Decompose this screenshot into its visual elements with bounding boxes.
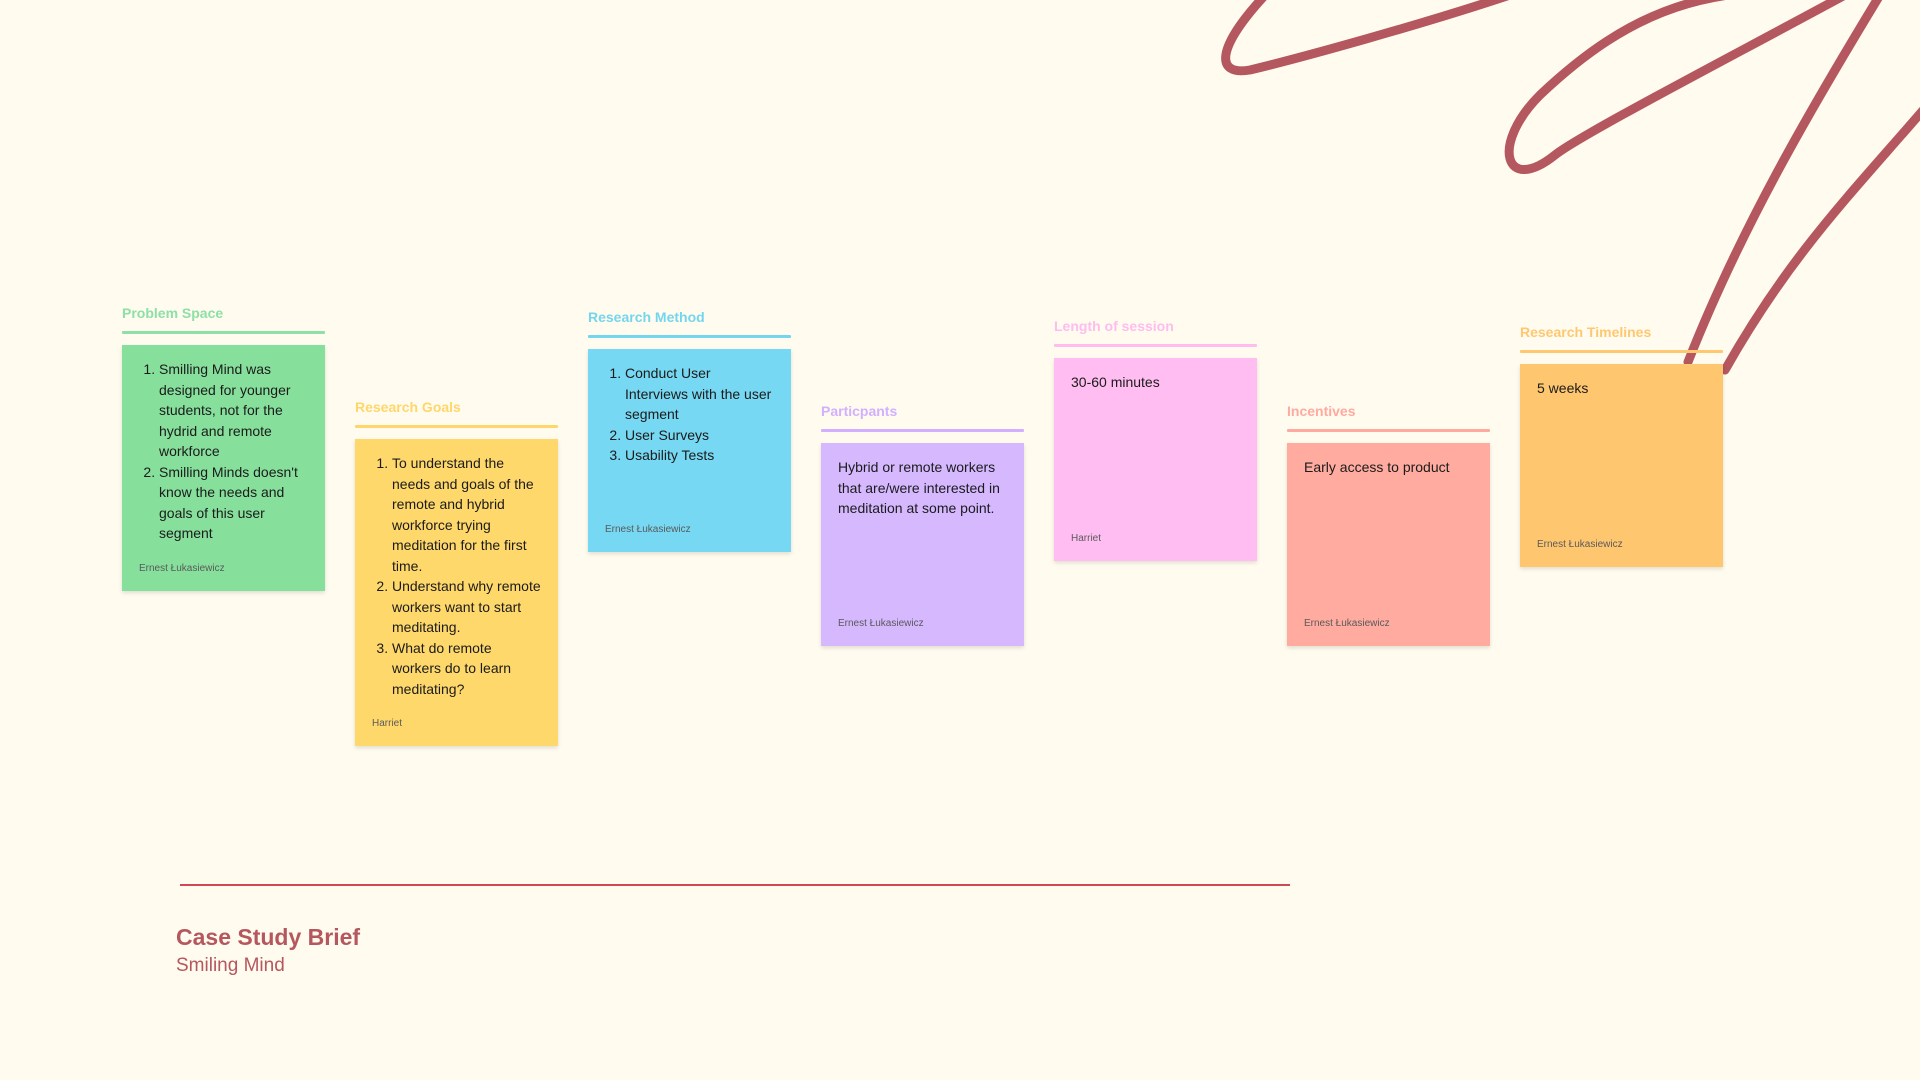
scribble-stroke bbox=[1683, 0, 1883, 367]
section-divider bbox=[1520, 350, 1723, 353]
sticky-note-list: To understand the needs and goals of the… bbox=[372, 453, 544, 699]
sticky-note-text: 30-60 minutes bbox=[1071, 374, 1160, 390]
sticky-note-participants[interactable]: Hybrid or remote workers that are/were i… bbox=[821, 443, 1024, 646]
section-divider bbox=[1287, 429, 1490, 432]
brief-divider bbox=[180, 884, 1290, 886]
section-title: Particpants bbox=[821, 403, 898, 419]
section-title: Incentives bbox=[1287, 403, 1356, 419]
section-research-goals: Research Goals bbox=[355, 398, 558, 428]
sticky-note-text: Smilling Mind was designed for younger s… bbox=[139, 359, 311, 544]
list-item: Smilling Mind was designed for younger s… bbox=[159, 359, 311, 462]
brief-subtitle: Smiling Mind bbox=[176, 955, 285, 976]
list-item: Understand why remote workers want to st… bbox=[392, 576, 544, 638]
section-divider bbox=[122, 331, 325, 334]
section-title: Research Method bbox=[588, 309, 705, 325]
section-incentives: Incentives bbox=[1287, 402, 1490, 432]
sticky-note-research-timelines[interactable]: 5 weeks Ernest Łukasiewicz bbox=[1520, 364, 1723, 567]
section-title: Problem Space bbox=[122, 305, 224, 321]
sticky-note-author: Ernest Łukasiewicz bbox=[605, 524, 691, 535]
list-item: Usability Tests bbox=[625, 445, 777, 466]
section-divider bbox=[821, 429, 1024, 432]
sticky-note-list: Smilling Mind was designed for younger s… bbox=[139, 359, 311, 544]
scribble-stroke bbox=[1720, 106, 1920, 375]
section-participants: Particpants bbox=[821, 402, 1024, 432]
sticky-note-author: Ernest Łukasiewicz bbox=[1537, 539, 1623, 550]
list-item: Smilling Minds doesn't know the needs an… bbox=[159, 462, 311, 544]
section-research-method: Research Method bbox=[588, 308, 791, 338]
section-title: Research Goals bbox=[355, 399, 461, 415]
section-divider bbox=[1054, 344, 1257, 347]
section-title: Length of session bbox=[1054, 318, 1174, 334]
sticky-note-author: Ernest Łukasiewicz bbox=[838, 618, 924, 629]
sticky-note-text: Conduct User Interviews with the user se… bbox=[605, 363, 777, 466]
section-research-timelines: Research Timelines bbox=[1520, 323, 1723, 353]
sticky-note-text: Hybrid or remote workers that are/were i… bbox=[838, 459, 1000, 516]
brief-title: Case Study Brief bbox=[176, 924, 361, 950]
list-item: To understand the needs and goals of the… bbox=[392, 453, 544, 576]
list-item: What do remote workers do to learn medit… bbox=[392, 638, 544, 700]
scribble-stroke bbox=[1221, 0, 1510, 76]
section-length-of-session: Length of session bbox=[1054, 317, 1257, 347]
sticky-note-text: To understand the needs and goals of the… bbox=[372, 453, 544, 699]
sticky-note-author: Ernest Łukasiewicz bbox=[1304, 618, 1390, 629]
section-title: Research Timelines bbox=[1520, 324, 1652, 340]
sticky-note-author: Harriet bbox=[1071, 533, 1102, 544]
sticky-note-text: 5 weeks bbox=[1537, 380, 1589, 396]
sticky-note-author: Ernest Łukasiewicz bbox=[139, 563, 225, 574]
sticky-note-research-method[interactable]: Conduct User Interviews with the user se… bbox=[588, 349, 791, 552]
list-item: User Surveys bbox=[625, 425, 777, 446]
scribble-stroke bbox=[1504, 0, 1846, 174]
section-divider bbox=[355, 425, 558, 428]
section-problem-space: Problem Space bbox=[122, 304, 325, 334]
list-item: Conduct User Interviews with the user se… bbox=[625, 363, 777, 425]
sticky-note-problem-space[interactable]: Smilling Mind was designed for younger s… bbox=[122, 345, 325, 591]
sticky-note-list: Conduct User Interviews with the user se… bbox=[605, 363, 777, 466]
sticky-note-length-of-session[interactable]: 30-60 minutes Harriet bbox=[1054, 358, 1257, 561]
section-divider bbox=[588, 335, 791, 338]
sticky-note-research-goals[interactable]: To understand the needs and goals of the… bbox=[355, 439, 558, 746]
sticky-note-text: Early access to product bbox=[1304, 459, 1450, 475]
sticky-note-incentives[interactable]: Early access to product Ernest Łukasiewi… bbox=[1287, 443, 1490, 646]
sticky-note-author: Harriet bbox=[372, 718, 403, 729]
